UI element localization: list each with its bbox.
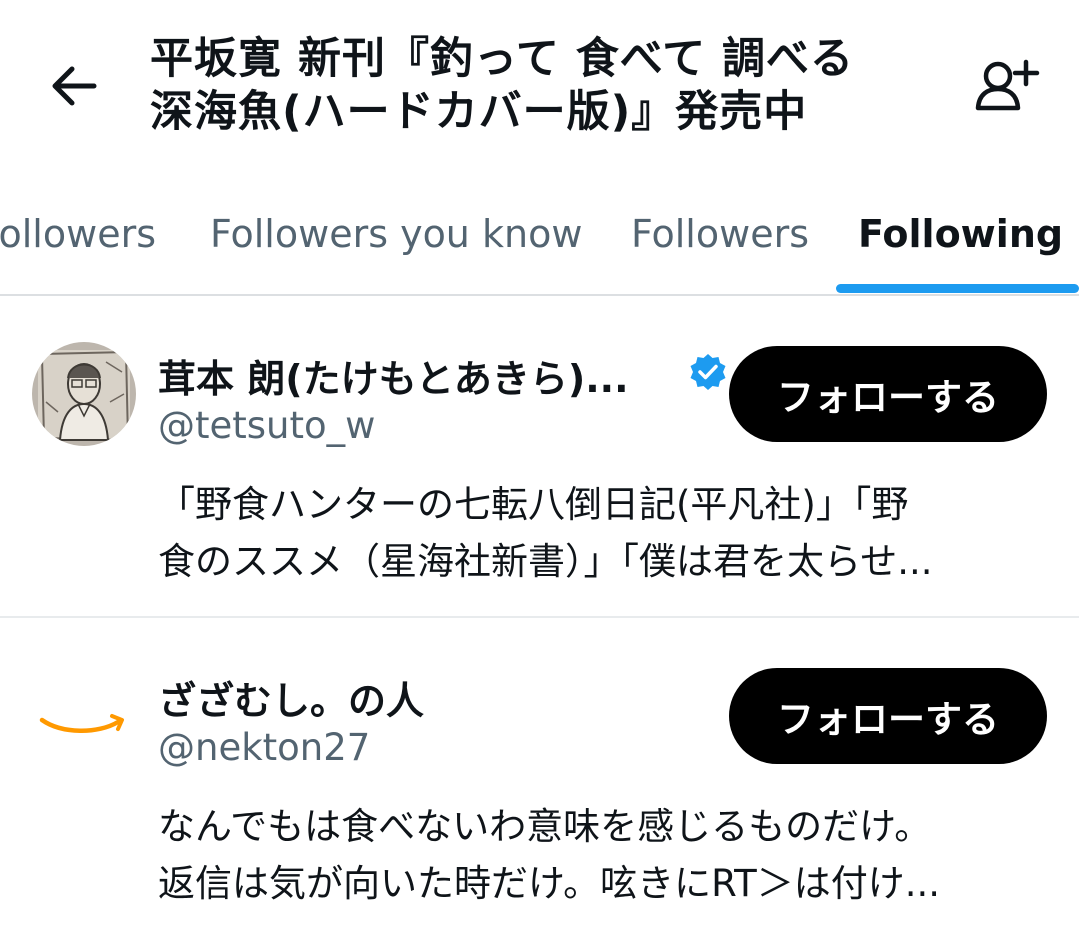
user-display-name[interactable]: 茸本 朗(たけもとあきら)...	[158, 348, 629, 403]
follow-button[interactable]: フォローする	[729, 346, 1047, 442]
bio-line-2: 返信は気が向いた時だけ。呟きにRT＞は付け...	[158, 862, 941, 905]
tab-bar: Followers Followers you know Followers F…	[0, 190, 1079, 296]
follow-profile-button[interactable]	[970, 56, 1042, 116]
avatar[interactable]	[32, 342, 136, 446]
user-handle[interactable]: @nekton27	[158, 726, 370, 769]
user-list-item[interactable]: 茸本 朗(たけもとあきら)... @tetsuto_w フォローする 「野食ハン…	[0, 296, 1079, 618]
bio-line-1: 「野食ハンターの七転八倒日記(平凡社)」「野	[158, 483, 909, 526]
user-display-name[interactable]: ざざむし。の人	[158, 670, 424, 725]
tab-following[interactable]: Following	[858, 212, 1063, 256]
bio-line-2: 食のススメ（星海社新書）」「僕は君を太らせ...	[158, 540, 933, 583]
avatar[interactable]	[32, 664, 136, 768]
arrow-left-icon	[52, 66, 97, 106]
profile-title: 平坂寛 新刊『釣って 食べて 調べる 深海魚(ハードカバー版)』発売中	[150, 33, 940, 139]
verified-badge-icon	[688, 352, 728, 392]
amazon-smile-icon	[39, 714, 124, 733]
user-list-item[interactable]: ざざむし。の人 @nekton27 フォローする なんでもは食べないわ意味を感じ…	[0, 618, 1079, 930]
user-bio: 「野食ハンターの七転八倒日記(平凡社)」「野 食のススメ（星海社新書）」「僕は君…	[158, 476, 1038, 590]
top-bar: 平坂寛 新刊『釣って 食べて 調べる 深海魚(ハードカバー版)』発売中	[0, 0, 1079, 170]
active-tab-indicator	[836, 284, 1079, 293]
follow-button[interactable]: フォローする	[729, 668, 1047, 764]
title-line-1: 平坂寛 新刊『釣って 食べて 調べる	[150, 34, 855, 84]
tab-followers[interactable]: Followers	[631, 212, 809, 256]
bio-line-1: なんでもは食べないわ意味を感じるものだけ。	[158, 805, 932, 848]
person-add-icon	[975, 59, 1040, 111]
back-button[interactable]	[44, 56, 104, 116]
tab-verified-followers[interactable]: Followers	[0, 212, 156, 256]
user-handle[interactable]: @tetsuto_w	[158, 404, 375, 447]
avatar-illustration-icon	[32, 342, 136, 446]
tab-followers-you-know[interactable]: Followers you know	[210, 212, 582, 256]
user-bio: なんでもは食べないわ意味を感じるものだけ。 返信は気が向いた時だけ。呟きにRT＞…	[158, 798, 1038, 912]
title-line-2: 深海魚(ハードカバー版)』発売中	[150, 87, 808, 137]
